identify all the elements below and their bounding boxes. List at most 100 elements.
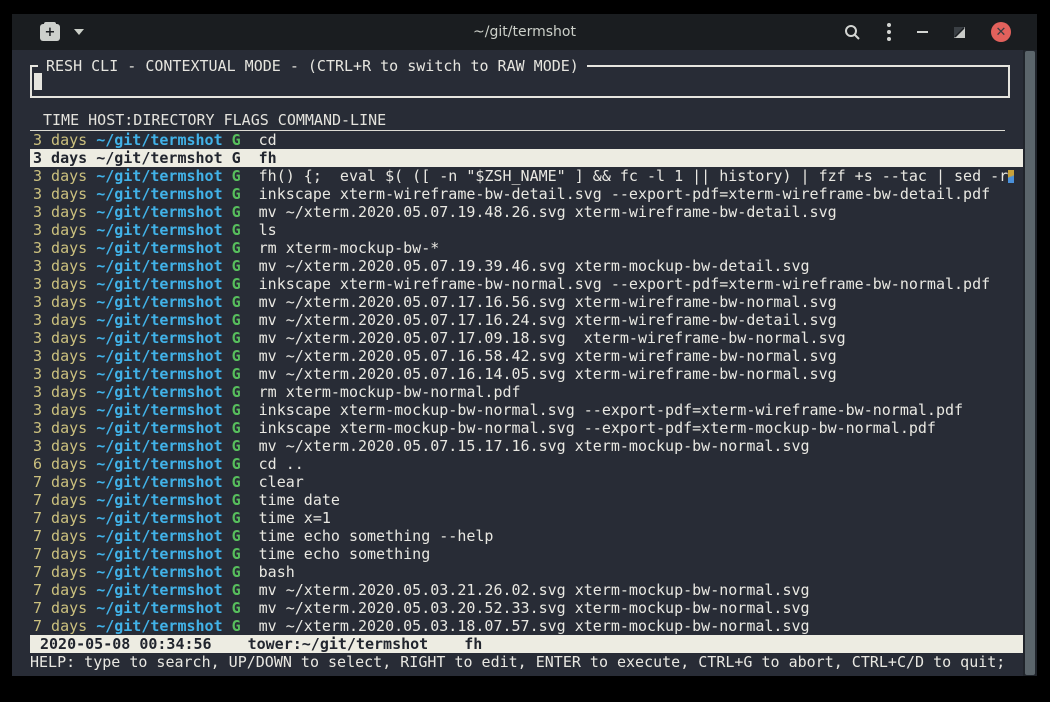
row-directory: ~/git/termshot	[96, 527, 222, 545]
row-time: 7 days	[33, 617, 87, 635]
history-row[interactable]: 3 days~/git/termshotGmv ~/xterm.2020.05.…	[30, 329, 1024, 347]
row-directory: ~/git/termshot	[96, 383, 222, 401]
row-flags: G	[232, 293, 241, 311]
history-row[interactable]: 3 days~/git/termshotGinkscape xterm-wire…	[30, 275, 1024, 293]
terminal-body: RESH CLI - CONTEXTUAL MODE - (CTRL+R to …	[12, 50, 1037, 676]
history-row[interactable]: 3 days~/git/termshotGmv ~/xterm.2020.05.…	[30, 311, 1024, 329]
row-command: mv ~/xterm.2020.05.03.18.07.57.svg xterm…	[259, 617, 810, 635]
history-row[interactable]: 3 days~/git/termshotGinkscape xterm-mock…	[30, 419, 1024, 437]
row-directory: ~/git/termshot	[96, 509, 222, 527]
row-command: fh() {; eval $( ([ -n "$ZSH_NAME" ] && f…	[259, 167, 1009, 185]
history-row[interactable]: 3 days~/git/termshotGrm xterm-mockup-bw-…	[30, 383, 1024, 401]
row-flags: G	[232, 311, 241, 329]
row-flags: G	[232, 275, 241, 293]
row-command: time echo something	[259, 545, 431, 563]
row-flags: G	[232, 203, 241, 221]
row-command: time echo something --help	[259, 527, 494, 545]
close-button[interactable]: ✕	[991, 22, 1011, 42]
history-row[interactable]: 3 days~/git/termshotGmv ~/xterm.2020.05.…	[30, 347, 1024, 365]
row-time: 3 days	[33, 293, 87, 311]
row-directory: ~/git/termshot	[96, 545, 222, 563]
row-flags: G	[232, 149, 241, 167]
minimize-button[interactable]	[917, 31, 928, 33]
history-row[interactable]: 7 days ~/git/termshot Gtime echo something…	[30, 527, 1024, 545]
history-row[interactable]: 3 days~/git/termshotGfh() {; eval $( ([ …	[30, 167, 1024, 185]
row-command: mv ~/xterm.2020.05.03.20.52.33.svg xterm…	[259, 599, 810, 617]
row-flags: G	[232, 383, 241, 401]
history-row[interactable]: 3 days~/git/termshotGmv ~/xterm.2020.05.…	[30, 365, 1024, 383]
row-command: time date	[259, 491, 340, 509]
history-row[interactable]: 3 days~/git/termshotGcd	[30, 131, 1024, 149]
menu-kebab-icon[interactable]	[887, 23, 891, 41]
history-row[interactable]: 7 days ~/git/termshot Gmv ~/xterm.2020.05.…	[30, 617, 1024, 635]
row-time: 3 days	[33, 401, 87, 419]
history-row[interactable]: 3 days~/git/termshotGinkscape xterm-mock…	[30, 401, 1024, 419]
row-flags: G	[232, 347, 241, 365]
row-flags: G	[232, 491, 241, 509]
row-time: 3 days	[33, 437, 87, 455]
history-row[interactable]: 7 days ~/git/termshot Gtime x=1	[30, 509, 1024, 527]
history-row[interactable]: 7 days~/git/termshotGclear	[30, 473, 1024, 491]
row-flags: G	[232, 527, 241, 545]
row-command: fh	[259, 149, 277, 167]
row-directory: ~/git/termshot	[96, 491, 222, 509]
row-time: 7 days	[33, 581, 87, 599]
history-row[interactable]: 7 days~/git/termshotGmv ~/xterm.2020.05.…	[30, 581, 1024, 599]
row-flags: G	[232, 617, 241, 635]
history-row[interactable]: 3 days~/git/termshotGmv ~/xterm.2020.05.…	[30, 437, 1024, 455]
row-time: 3 days	[33, 365, 87, 383]
history-row[interactable]: 3 days~/git/termshotGrm xterm-mockup-bw-…	[30, 239, 1024, 257]
row-time: 3 days	[33, 239, 87, 257]
row-directory: ~/git/termshot	[96, 311, 222, 329]
row-directory: ~/git/termshot	[96, 581, 222, 599]
plus-icon: +	[40, 25, 60, 40]
row-flags: G	[232, 419, 241, 437]
history-row[interactable]: 6 days~/git/termshotGcd ..	[30, 455, 1024, 473]
row-time: 7 days	[33, 509, 87, 527]
row-time: 3 days	[33, 419, 87, 437]
status-host-directory: tower:~/git/termshot	[248, 635, 429, 653]
chevron-down-icon[interactable]	[74, 29, 84, 35]
search-box-legend: RESH CLI - CONTEXTUAL MODE - (CTRL+R to …	[38, 57, 587, 75]
row-flags: G	[232, 509, 241, 527]
new-tab-button[interactable]: +	[40, 24, 60, 41]
row-command: mv ~/xterm.2020.05.07.19.48.26.svg xterm…	[259, 203, 837, 221]
search-box[interactable]: RESH CLI - CONTEXTUAL MODE - (CTRL+R to …	[30, 65, 1010, 98]
history-row[interactable]: 7 days~/git/termshotGbash	[30, 563, 1024, 581]
history-row[interactable]: 3 days~/git/termshotGmv ~/xterm.2020.05.…	[30, 257, 1024, 275]
history-row[interactable]: 3 days~/git/termshotGls	[30, 221, 1024, 239]
row-flags: G	[232, 365, 241, 383]
search-icon[interactable]	[844, 24, 861, 41]
history-row[interactable]: 7 days~/git/termshotGtime date	[30, 491, 1024, 509]
row-directory: ~/git/termshot	[96, 239, 222, 257]
row-directory: ~/git/termshot	[96, 401, 222, 419]
row-time: 3 days	[33, 347, 87, 365]
scrollbar-thumb[interactable]	[1025, 51, 1035, 675]
row-command: mv ~/xterm.2020.05.07.17.16.56.svg xterm…	[259, 293, 837, 311]
history-row[interactable]: 7 days~/git/termshotGtime echo something	[30, 545, 1024, 563]
row-command: ls	[259, 221, 277, 239]
row-command: mv ~/xterm.2020.05.07.16.58.42.svg xterm…	[259, 347, 837, 365]
history-row[interactable]: 3 days~/git/termshotGinkscape xterm-wire…	[30, 185, 1024, 203]
row-directory: ~/git/termshot	[96, 419, 222, 437]
row-time: 3 days	[33, 221, 87, 239]
history-row[interactable]: 3 days~/git/termshotGmv ~/xterm.2020.05.…	[30, 293, 1024, 311]
row-directory: ~/git/termshot	[96, 437, 222, 455]
row-directory: ~/git/termshot	[96, 329, 222, 347]
row-command: mv ~/xterm.2020.05.07.19.39.46.svg xterm…	[259, 257, 810, 275]
row-command: time x=1	[259, 509, 331, 527]
restore-button[interactable]	[954, 27, 965, 38]
status-command: fh	[464, 635, 482, 653]
row-directory: ~/git/termshot	[96, 617, 222, 635]
row-flags: G	[232, 563, 241, 581]
row-time: 7 days	[33, 527, 87, 545]
text-cursor	[34, 73, 42, 90]
history-row[interactable]: 3 days~/git/termshotGmv ~/xterm.2020.05.…	[30, 203, 1024, 221]
scrollbar[interactable]	[1023, 50, 1037, 676]
history-row[interactable]: 7 days~/git/termshotGmv ~/xterm.2020.05.…	[30, 599, 1024, 617]
history-row[interactable]: 3 days~/git/termshotGfh	[30, 149, 1024, 167]
row-directory: ~/git/termshot	[96, 221, 222, 239]
row-flags: G	[232, 599, 241, 617]
titlebar: + ~/git/termshot	[12, 14, 1037, 50]
row-command: mv ~/xterm.2020.05.07.16.14.05.svg xterm…	[259, 365, 837, 383]
